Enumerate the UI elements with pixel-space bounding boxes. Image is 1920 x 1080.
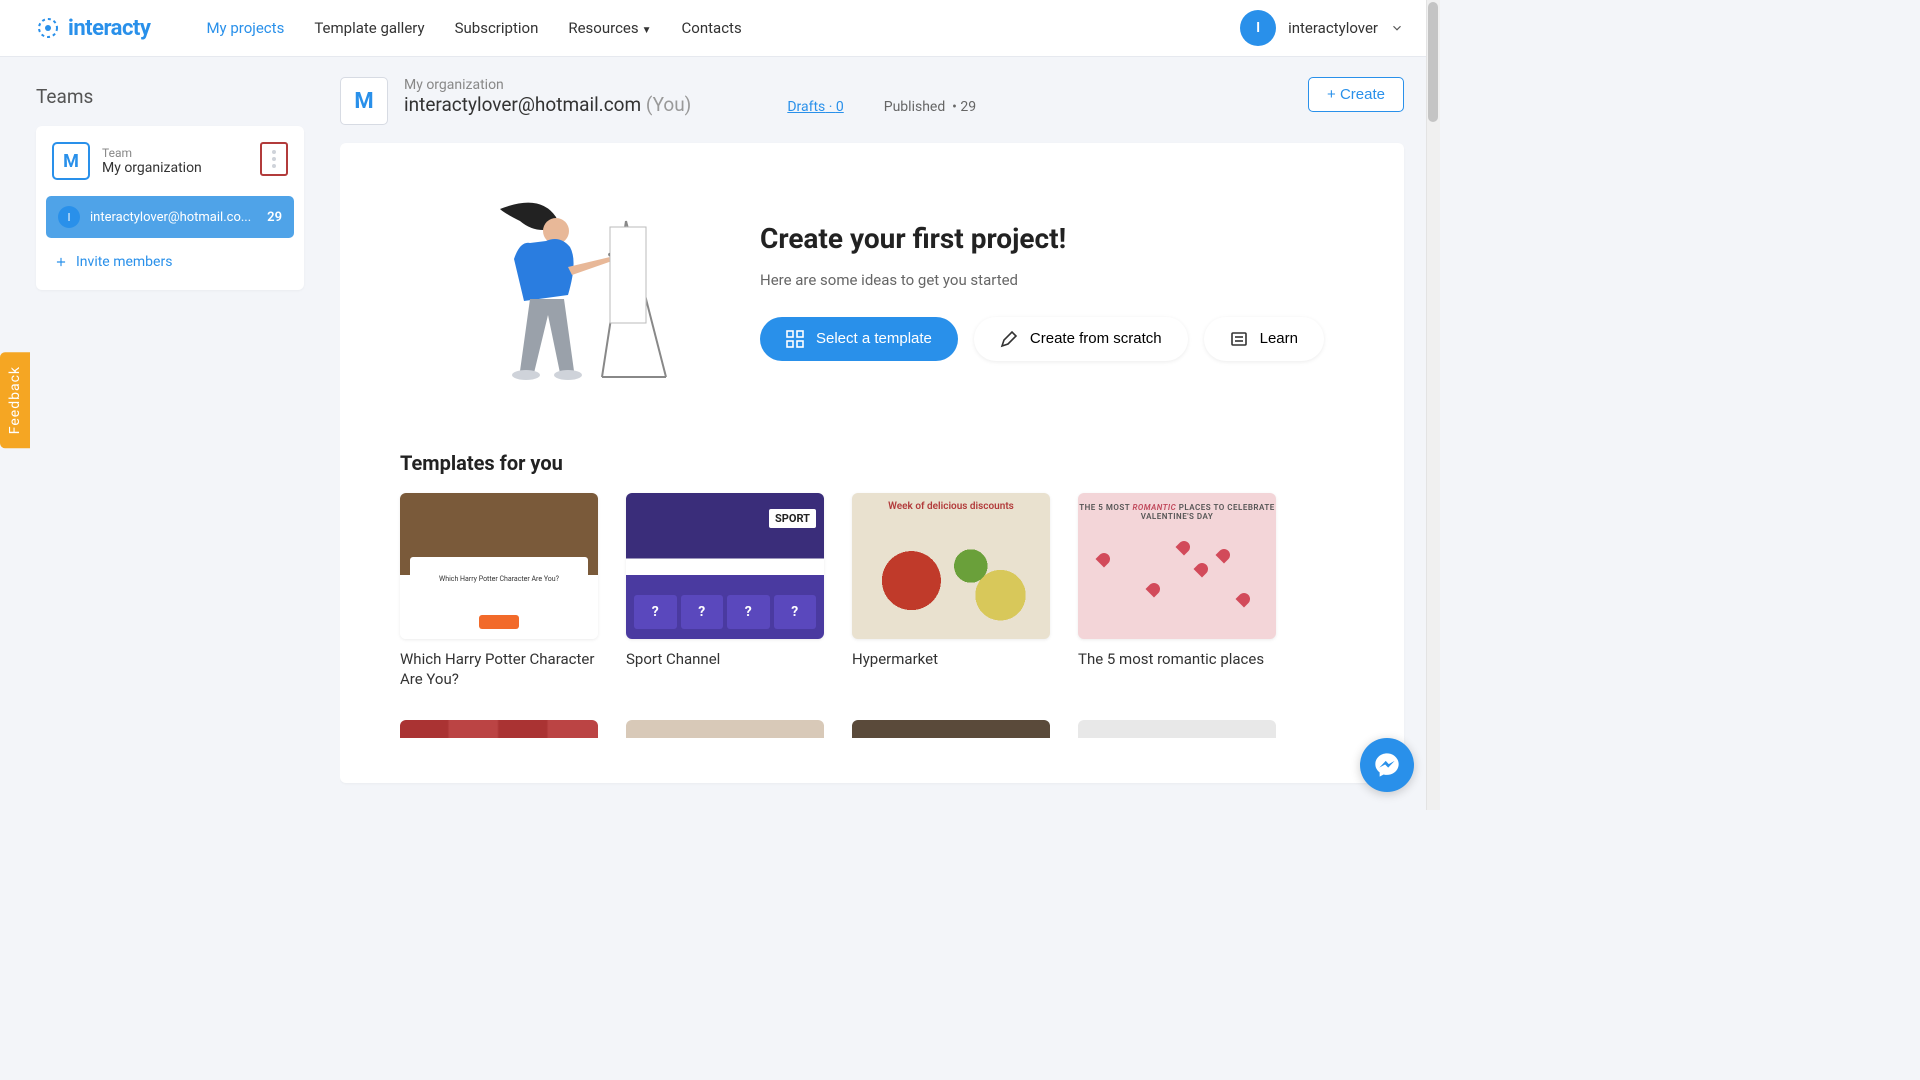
team-menu-button[interactable] [260,142,288,176]
vertical-scrollbar[interactable] [1426,0,1440,810]
messenger-icon [1373,751,1401,779]
feedback-tab[interactable]: Feedback [0,352,30,448]
template-thumbnail-partial[interactable] [852,720,1050,738]
template-thumbnail: Week of delicious discounts [852,493,1050,639]
main-content: M My organization interactylover@hotmail… [340,57,1440,810]
template-thumbnail: SPORT ???? [626,493,824,639]
template-title: Sport Channel [626,649,824,669]
nav-contacts[interactable]: Contacts [682,19,742,37]
hero-subtitle: Here are some ideas to get you started [760,271,1324,289]
template-thumbnail: Which Harry Potter Character Are You? [400,493,598,639]
team-avatar: M [52,142,90,180]
chevron-down-icon [1390,21,1404,35]
org-email: interactylover@hotmail.com (You) [404,93,691,116]
drafts-filter[interactable]: Drafts · 0 [787,99,843,115]
templates-grid: Which Harry Potter Character Are You? Wh… [400,493,1344,690]
member-avatar: I [58,206,80,228]
template-title: Which Harry Potter Character Are You? [400,649,598,690]
template-thumbnail-partial[interactable] [1078,720,1276,738]
org-label: My organization [404,77,691,93]
brand-text: interacty [68,16,150,41]
template-title: Hypermarket [852,649,1050,669]
top-navbar: interacty My projects Template gallery S… [0,0,1440,57]
create-project-button[interactable]: + Create [1308,77,1404,112]
create-from-scratch-button[interactable]: Create from scratch [974,317,1188,361]
chevron-down-icon: ▼ [642,25,652,36]
pencil-icon [1000,330,1018,348]
org-header: M My organization interactylover@hotmail… [340,77,1404,125]
user-menu[interactable]: I interactylover [1240,10,1404,46]
org-avatar: M [340,77,388,125]
team-card: M Team My organization I interactylover@… [36,126,304,290]
artist-illustration [460,191,680,391]
user-avatar: I [1240,10,1276,46]
team-member-row[interactable]: I interactylover@hotmail.co... 29 [46,196,294,238]
template-thumbnail: THE 5 MOST ROMANTIC PLACES TO CELEBRATE … [1078,493,1276,639]
brand-icon [36,16,60,40]
member-project-count: 29 [267,210,282,225]
brand-logo[interactable]: interacty [36,16,150,41]
templates-grid-row2 [400,720,1344,738]
main-nav: My projects Template gallery Subscriptio… [206,19,1204,37]
nav-my-projects[interactable]: My projects [206,19,284,37]
grid-icon [786,330,804,348]
select-template-button[interactable]: Select a template [760,317,958,361]
template-card[interactable]: THE 5 MOST ROMANTIC PLACES TO CELEBRATE … [1078,493,1276,690]
team-label: Team [102,146,202,160]
templates-heading: Templates for you [400,451,1344,475]
template-card[interactable]: Week of delicious discounts Hypermarket [852,493,1050,690]
kebab-icon [272,150,276,168]
hero-title: Create your first project! [760,222,1324,255]
member-email: interactylover@hotmail.co... [90,210,257,225]
template-thumbnail-partial[interactable] [626,720,824,738]
published-filter[interactable]: Published • 29 [884,99,976,115]
invite-label: Invite members [76,254,172,270]
nav-resources[interactable]: Resources▼ [568,19,651,37]
team-name: My organization [102,160,202,176]
template-title: The 5 most romantic places [1078,649,1276,669]
user-name: interactylover [1288,19,1378,37]
teams-heading: Teams [36,85,304,108]
empty-state-hero: Create your first project! Here are some… [400,191,1344,391]
nav-template-gallery[interactable]: Template gallery [314,19,424,37]
nav-subscription[interactable]: Subscription [455,19,539,37]
project-stats: Drafts · 0 Published • 29 [787,77,976,115]
sidebar: Teams M Team My organization I interacty… [0,57,340,810]
learn-button[interactable]: Learn [1204,317,1324,361]
template-card[interactable]: Which Harry Potter Character Are You? Wh… [400,493,598,690]
chat-widget-button[interactable] [1360,738,1414,792]
content-panel: Create your first project! Here are some… [340,143,1404,783]
plus-icon [54,255,68,269]
invite-members-button[interactable]: Invite members [52,250,288,274]
learn-icon [1230,330,1248,348]
scrollbar-thumb[interactable] [1428,2,1438,122]
template-thumbnail-partial[interactable] [400,720,598,738]
template-card[interactable]: SPORT ???? Sport Channel [626,493,824,690]
